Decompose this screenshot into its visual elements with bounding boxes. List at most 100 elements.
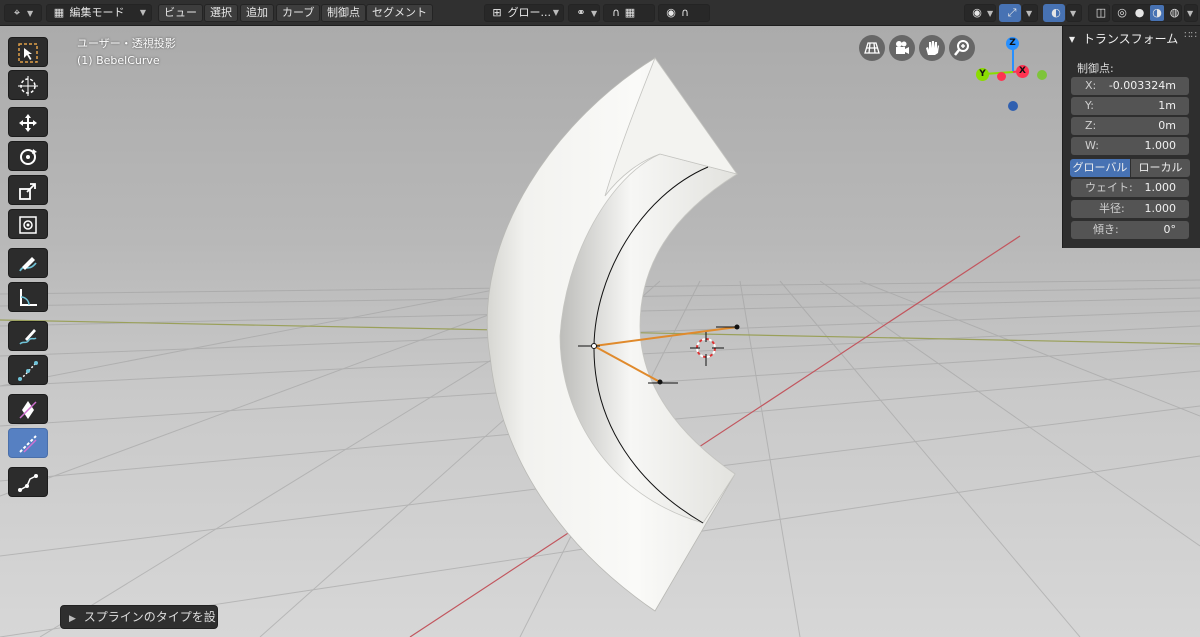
- proportional-edit-icon: ◉: [666, 6, 676, 19]
- falloff-icon: ∩: [680, 6, 690, 19]
- gizmo-toggle-button[interactable]: ⤢: [999, 4, 1021, 22]
- wireframe-shading-icon[interactable]: ◎: [1115, 5, 1129, 21]
- 3d-cursor-icon: [690, 332, 724, 366]
- x-label: X:: [1085, 79, 1097, 92]
- tool-cursor[interactable]: [8, 70, 48, 100]
- move-icon: [19, 114, 37, 132]
- tool-tilt[interactable]: [8, 394, 48, 424]
- transform-icon: [19, 216, 37, 234]
- shading-dropdown[interactable]: ▼: [1184, 4, 1198, 22]
- radius-icon: [19, 435, 37, 453]
- radius-value: 1.000: [1144, 202, 1177, 215]
- tool-measure[interactable]: [8, 282, 48, 312]
- menu-curve[interactable]: カーブ: [276, 4, 321, 22]
- orientation-label: グロー...: [507, 6, 552, 19]
- gizmo-z-axis[interactable]: Z: [1006, 37, 1019, 50]
- gizmo-y-axis[interactable]: Y: [976, 68, 989, 81]
- panel-header[interactable]: ▾ トランスフォーム ∷∷: [1069, 30, 1197, 47]
- xray-toggle-button[interactable]: ◫: [1088, 4, 1110, 22]
- rotate-icon: [20, 149, 37, 165]
- chevron-down-icon: ▼: [139, 8, 146, 17]
- material-shading-icon[interactable]: ◑: [1150, 5, 1164, 21]
- chevron-down-icon: ▼: [1187, 9, 1194, 18]
- overlay-toggle-button[interactable]: ◐: [1043, 4, 1065, 22]
- tool-radius[interactable]: [8, 428, 48, 458]
- tool-pen[interactable]: [8, 355, 48, 385]
- proportional-edit-button[interactable]: ◉ ∩: [658, 4, 710, 22]
- tool-rotate[interactable]: [8, 141, 48, 171]
- menu-control-point[interactable]: 制御点: [321, 4, 366, 22]
- global-toggle[interactable]: グローバル: [1070, 159, 1130, 177]
- visibility-button[interactable]: ◉ ▼: [964, 4, 996, 22]
- tool-extrude[interactable]: [8, 467, 48, 497]
- z-field[interactable]: Z: 0m: [1071, 117, 1189, 135]
- operator-redo-panel[interactable]: ▶ スプラインのタイプを設: [60, 605, 218, 629]
- measure-icon: [20, 289, 37, 306]
- select-box-icon: [18, 43, 38, 63]
- camera-view-button[interactable]: [889, 35, 915, 61]
- overlay-icon: ◐: [1051, 6, 1061, 19]
- z-value: 0m: [1158, 119, 1176, 132]
- gizmo-neg-x-axis[interactable]: [997, 72, 1006, 81]
- orientation-select[interactable]: ⊞ グロー... ▼: [484, 4, 564, 22]
- local-toggle[interactable]: ローカル: [1131, 159, 1190, 177]
- camera-icon: [896, 41, 909, 54]
- drag-handle-icon[interactable]: ∷∷: [1184, 30, 1197, 41]
- eye-icon: ◉: [972, 6, 982, 19]
- viewport-scene: [0, 57, 1200, 637]
- grid-view-icon: [864, 42, 880, 54]
- panel-title: トランスフォーム: [1082, 32, 1179, 46]
- cursor-icon: [18, 76, 38, 96]
- rendered-shading-icon[interactable]: ◍: [1168, 5, 1182, 21]
- editor-type-button[interactable]: ⌖ ▼: [4, 4, 42, 22]
- y-label: Y:: [1085, 99, 1094, 112]
- navigation-gizmo[interactable]: Z Y X: [970, 34, 1060, 116]
- zoom-icon: [954, 40, 969, 56]
- menu-add[interactable]: 追加: [240, 4, 274, 22]
- draw-icon: [19, 329, 37, 345]
- gizmo-neg-z-axis[interactable]: [1008, 101, 1018, 111]
- control-point-label: 制御点:: [1077, 62, 1114, 75]
- tilt-value: 0°: [1163, 223, 1177, 236]
- snap-button[interactable]: ∩ ▦: [603, 4, 655, 22]
- tool-scale[interactable]: [8, 175, 48, 205]
- tilt-field[interactable]: 傾き: 0°: [1071, 221, 1189, 239]
- pan-view-button[interactable]: [919, 35, 945, 61]
- gizmo-x-axis[interactable]: X: [1016, 65, 1029, 78]
- menu-segment[interactable]: セグメント: [366, 4, 433, 22]
- w-field[interactable]: W: 1.000: [1071, 137, 1189, 155]
- pivot-point-button[interactable]: ⚭ ▼: [568, 4, 600, 22]
- menu-select[interactable]: 選択: [204, 4, 238, 22]
- tilt-icon: [19, 401, 37, 419]
- edit-mode-icon: ▦: [53, 6, 65, 19]
- tilt-label: 傾き:: [1093, 223, 1119, 236]
- transform-panel: ▾ トランスフォーム ∷∷ 制御点: X: -0.003324m Y: 1m Z…: [1062, 26, 1200, 248]
- view-name: ユーザー・透視投影: [77, 37, 176, 50]
- weight-field[interactable]: ウェイト: 1.000: [1071, 179, 1189, 197]
- menu-view[interactable]: ビュー: [158, 4, 203, 22]
- tool-select-box[interactable]: [8, 37, 48, 67]
- tool-draw[interactable]: [8, 321, 48, 351]
- toggle-camera-grid-button[interactable]: [859, 35, 885, 61]
- radius-field[interactable]: 半径: 1.000: [1071, 200, 1189, 218]
- chevron-down-icon: ▼: [552, 8, 559, 17]
- mode-label: 編集モード: [69, 6, 125, 19]
- gizmo-neg-y-axis[interactable]: [1037, 70, 1047, 80]
- extrude-curve-icon: [18, 474, 38, 492]
- z-label: Z:: [1085, 119, 1097, 132]
- overlay-dropdown[interactable]: ▼: [1066, 4, 1082, 22]
- x-field[interactable]: X: -0.003324m: [1071, 77, 1189, 95]
- gizmo-dropdown[interactable]: ▼: [1022, 4, 1038, 22]
- radius-label: 半径:: [1099, 202, 1125, 215]
- tool-move[interactable]: [8, 107, 48, 137]
- mode-select[interactable]: ▦ 編集モード ▼: [46, 4, 152, 22]
- tool-transform[interactable]: [8, 209, 48, 239]
- annotate-icon: [19, 257, 37, 272]
- tool-annotate[interactable]: [8, 248, 48, 278]
- 3d-viewport[interactable]: ユーザー・透視投影 (1) BebelCurve: [0, 26, 1200, 637]
- magnet-icon: ∩: [611, 6, 621, 19]
- weight-value: 1.000: [1144, 181, 1177, 194]
- xray-icon: ◫: [1095, 6, 1107, 19]
- solid-shading-icon[interactable]: ●: [1133, 5, 1147, 21]
- y-field[interactable]: Y: 1m: [1071, 97, 1189, 115]
